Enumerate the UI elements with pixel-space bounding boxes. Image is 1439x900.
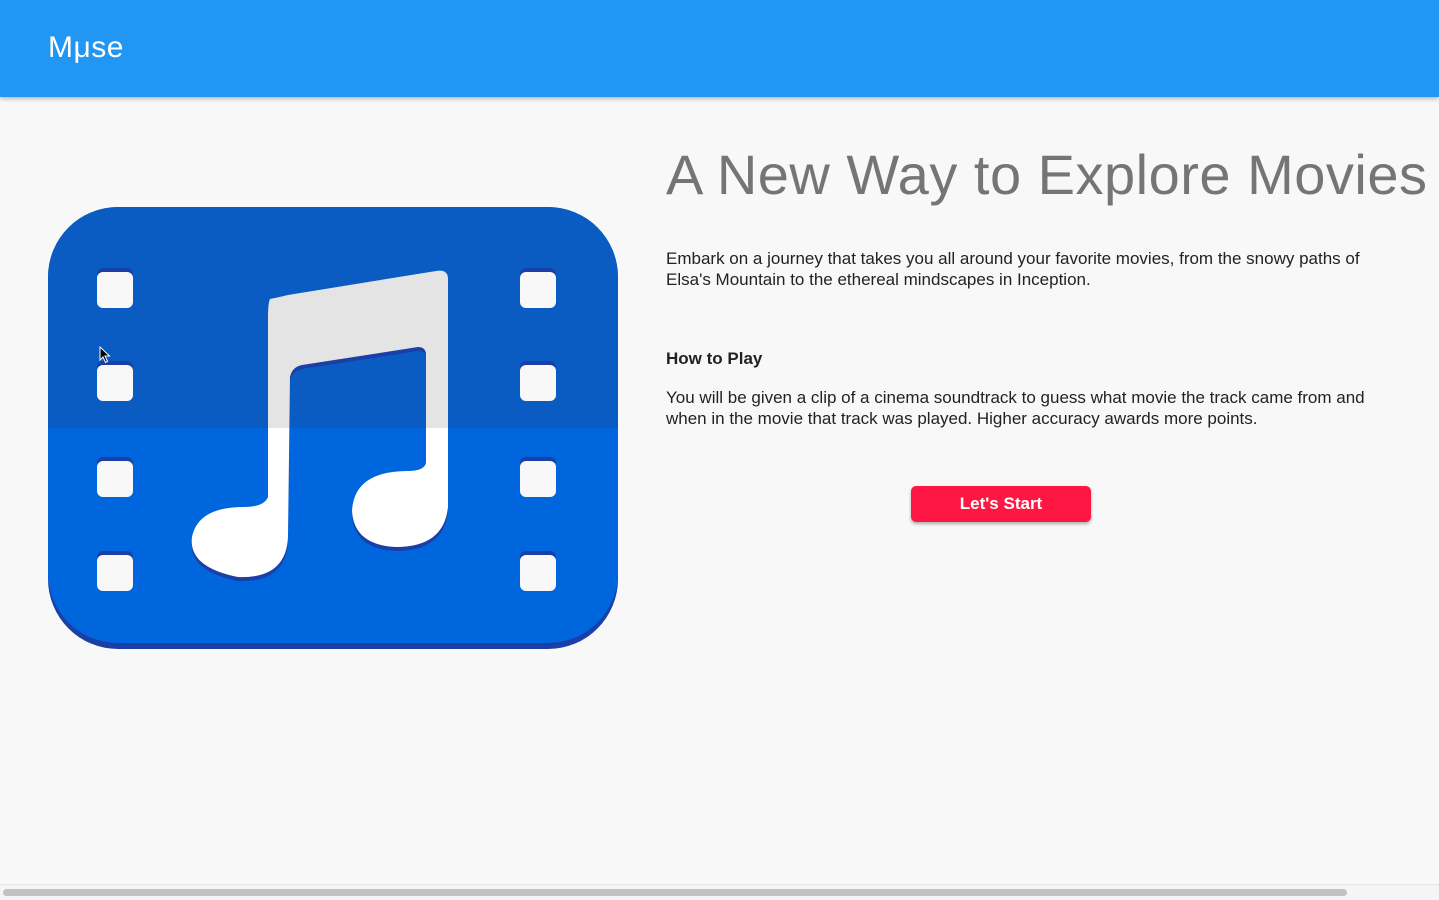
- app-title[interactable]: Mμse: [48, 28, 124, 68]
- main-content: A New Way to Explore Movies Embark on a …: [666, 140, 1428, 429]
- lets-start-button[interactable]: Let's Start: [911, 486, 1091, 522]
- mouse-pointer-icon: [99, 345, 111, 369]
- how-to-play-text: You will be given a clip of a cinema sou…: [666, 388, 1365, 428]
- horizontal-scrollbar[interactable]: [0, 884, 1439, 900]
- intro-text: Embark on a journey that takes you all a…: [666, 249, 1360, 289]
- hero-image: [48, 207, 618, 649]
- scrollbar-thumb[interactable]: [3, 889, 1347, 896]
- how-to-play-title: How to Play: [666, 349, 763, 368]
- page-title: A New Way to Explore Movies: [666, 143, 1428, 206]
- film-strip-music-note-icon: [48, 207, 618, 649]
- app-bar: Mμse: [0, 0, 1439, 97]
